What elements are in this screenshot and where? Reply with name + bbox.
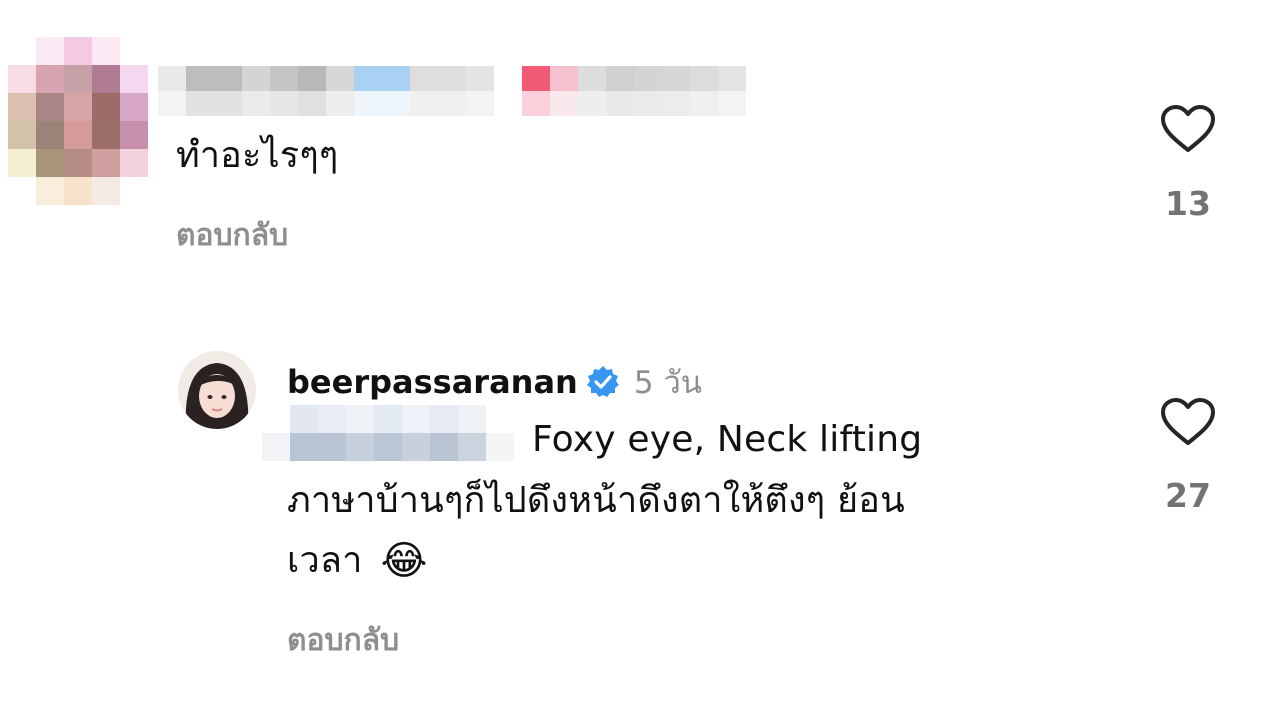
reply-button[interactable]: ตอบกลับ [287,617,399,664]
verified-badge-icon [586,366,619,397]
heart-outline-icon [1161,398,1215,445]
reply-button[interactable]: ตอบกลับ [176,212,288,259]
like-button[interactable] [1160,397,1216,447]
heart-outline-icon [1161,105,1215,152]
commenter-username-pixelated[interactable] [158,66,748,116]
like-count: 13 [1165,184,1211,223]
comment-text: ทำอะไรๆๆ [176,135,339,176]
face-with-tears-of-joy-emoji: 😂 [380,538,428,584]
comment-text-line3: เวลา [287,540,363,581]
comment-text-line2: ภาษาบ้านๆก็ไปดึงหน้าดึงตาให้ตึงๆ ย้อน [287,480,905,521]
username[interactable]: beerpassaranan [287,363,578,401]
commenter-avatar-pixelated[interactable] [8,37,148,205]
like-button[interactable] [1160,104,1216,154]
timestamp: 5 วัน [633,365,702,401]
like-count: 27 [1165,476,1211,515]
comment-text-line1: Foxy eye, Neck lifting [532,419,923,460]
avatar[interactable] [178,351,256,429]
mentioned-user-pixelated[interactable] [262,405,522,465]
